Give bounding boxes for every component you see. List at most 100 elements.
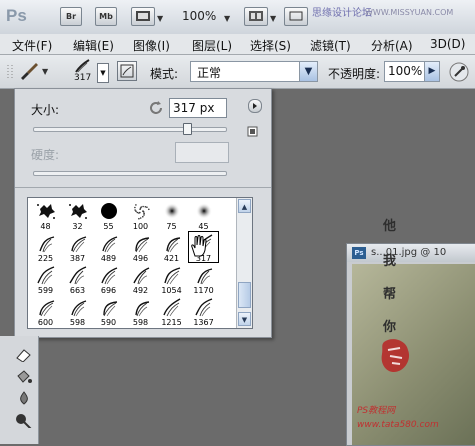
airbrush-icon[interactable] [448, 61, 470, 83]
opacity-label: 不透明度: [328, 67, 381, 81]
blur-tool-icon[interactable] [14, 390, 34, 406]
brush-preset[interactable]: 663 [62, 263, 93, 295]
hair-brush-icon [39, 236, 55, 253]
brush-preset-size: 492 [132, 286, 149, 295]
hair-brush-icon [71, 236, 87, 253]
menu-3d[interactable]: 3D(D) [430, 37, 465, 51]
brush-preset-size: 48 [40, 222, 51, 231]
brush-preset[interactable]: 496 [125, 231, 156, 263]
new-preset-icon[interactable] [247, 126, 258, 137]
brush-preset[interactable]: 492 [125, 263, 156, 295]
brush-preset[interactable]: 75 [156, 199, 187, 231]
brush-preset-size: 1215 [161, 318, 182, 327]
brush-preset[interactable]: 696 [93, 263, 124, 295]
size-slider-thumb[interactable] [183, 123, 192, 135]
watermark-footer: PS教程网 www.tata580.com [357, 406, 439, 430]
watermark-char: 他 [383, 219, 397, 234]
bridge-button[interactable]: Br [60, 7, 82, 26]
menu-filter[interactable]: 滤镜(T) [310, 37, 351, 54]
mode-label: 模式: [150, 67, 179, 81]
speckle-brush-icon [134, 204, 150, 220]
watermark-char: 你 [383, 320, 397, 335]
view-extras-button[interactable] [131, 7, 155, 26]
view-extras-dropdown-icon[interactable]: ▼ [157, 14, 163, 23]
brush-preset-size: 1054 [161, 286, 182, 295]
scrollbar-thumb[interactable] [238, 282, 251, 308]
brush-preset[interactable]: 32 [62, 199, 93, 231]
paint-bucket-tool-icon[interactable] [14, 368, 34, 384]
brush-panel-toggle[interactable] [117, 61, 137, 81]
reset-size-icon[interactable] [149, 100, 163, 114]
menu-select[interactable]: 选择(S) [250, 37, 291, 54]
brush-preset[interactable]: 1367 [188, 295, 219, 327]
brush-preset[interactable]: 489 [93, 231, 124, 263]
arrange-dropdown-icon[interactable]: ▼ [270, 14, 276, 23]
brush-picker-button[interactable]: ▼ [97, 63, 109, 83]
brush-preset-size: 421 [163, 254, 180, 263]
size-label: 大小: [31, 103, 60, 117]
brush-preset[interactable]: 421 [156, 231, 187, 263]
scroll-down-icon[interactable]: ▼ [238, 312, 251, 326]
brush-preset[interactable]: 1215 [156, 295, 187, 327]
arrange-icon [249, 11, 263, 21]
brush-preset[interactable]: 100 [125, 199, 156, 231]
brush-preset-size: 55 [103, 222, 114, 231]
brush-preset-size: 496 [132, 254, 149, 263]
brush-preset[interactable]: 599 [30, 263, 61, 295]
menu-analysis[interactable]: 分析(A) [371, 37, 413, 54]
hair-brush-icon [37, 266, 55, 285]
red-seal-icon [381, 339, 410, 372]
panel-divider [15, 187, 271, 188]
watermark-char: 帮 [383, 287, 397, 302]
hair-brush-icon [166, 237, 181, 253]
arrange-documents-button[interactable] [244, 7, 268, 26]
opacity-slider-arrow-icon[interactable]: ▶ [424, 62, 439, 81]
scroll-up-icon[interactable]: ▲ [238, 199, 251, 213]
brush-preset-picker: 大小: 317 px 硬度: 48 32 55 100 75 45 225 387 489 496… [14, 88, 272, 338]
brush-preset-size: 225 [37, 254, 54, 263]
brush-preset[interactable]: 48 [30, 199, 61, 231]
brush-preset[interactable]: 387 [62, 231, 93, 263]
zoom-dropdown-icon[interactable]: ▼ [224, 14, 230, 23]
opacity-input[interactable]: 100% ▶ [384, 61, 440, 82]
watermark-char: 我 [383, 254, 397, 269]
preset-scrollbar[interactable]: ▲ ▼ [236, 198, 252, 328]
mini-bridge-button[interactable]: Mb [95, 7, 117, 26]
size-slider-track[interactable] [33, 127, 227, 132]
brush-preset-size: 598 [69, 318, 86, 327]
film-icon [136, 11, 150, 21]
eraser-tool-icon[interactable] [14, 346, 34, 362]
hardness-label: 硬度: [31, 148, 60, 162]
tool-preset-dropdown-icon[interactable]: ▼ [42, 67, 48, 76]
brush-preset[interactable]: 1170 [188, 263, 219, 295]
brush-preset[interactable]: 55 [93, 199, 124, 231]
brush-preset[interactable]: 598 [125, 295, 156, 327]
panel-menu-button[interactable] [248, 99, 262, 113]
brush-tool-icon[interactable] [18, 61, 40, 81]
application-bar: Ps Br Mb ▼ 100% ▼ ▼ 思缘设计论坛 WWW.MISSYUAN.… [0, 0, 475, 35]
brush-preset[interactable]: 598 [62, 295, 93, 327]
hair-brush-icon [71, 300, 87, 317]
brush-preset-size: 32 [72, 222, 83, 231]
dodge-tool-icon[interactable] [14, 412, 34, 428]
menu-image[interactable]: 图像(I) [133, 37, 170, 54]
brush-preset-size: 696 [100, 286, 117, 295]
screen-mode-button[interactable] [284, 7, 308, 26]
size-value[interactable]: 317 px [173, 101, 214, 115]
menu-file[interactable]: 文件(F) [12, 37, 52, 54]
splatter-brush-icon [37, 204, 55, 219]
brush-preset[interactable]: 225 [30, 231, 61, 263]
brush-preset[interactable]: 1054 [156, 263, 187, 295]
brush-preset[interactable]: 590 [93, 295, 124, 327]
options-grip-icon [7, 65, 13, 79]
chevron-down-icon[interactable]: ▼ [299, 62, 317, 81]
brush-preset[interactable]: 45 [188, 199, 219, 231]
brush-preset[interactable]: 600 [30, 295, 61, 327]
hair-brush-icon [39, 300, 55, 317]
zoom-level[interactable]: 100% [182, 9, 216, 23]
menu-layer[interactable]: 图层(L) [192, 37, 232, 54]
size-input[interactable]: 317 px [169, 98, 227, 118]
opacity-value[interactable]: 100% [388, 64, 422, 78]
menu-edit[interactable]: 编辑(E) [73, 37, 114, 54]
blend-mode-select[interactable]: 正常 ▼ [190, 61, 318, 82]
